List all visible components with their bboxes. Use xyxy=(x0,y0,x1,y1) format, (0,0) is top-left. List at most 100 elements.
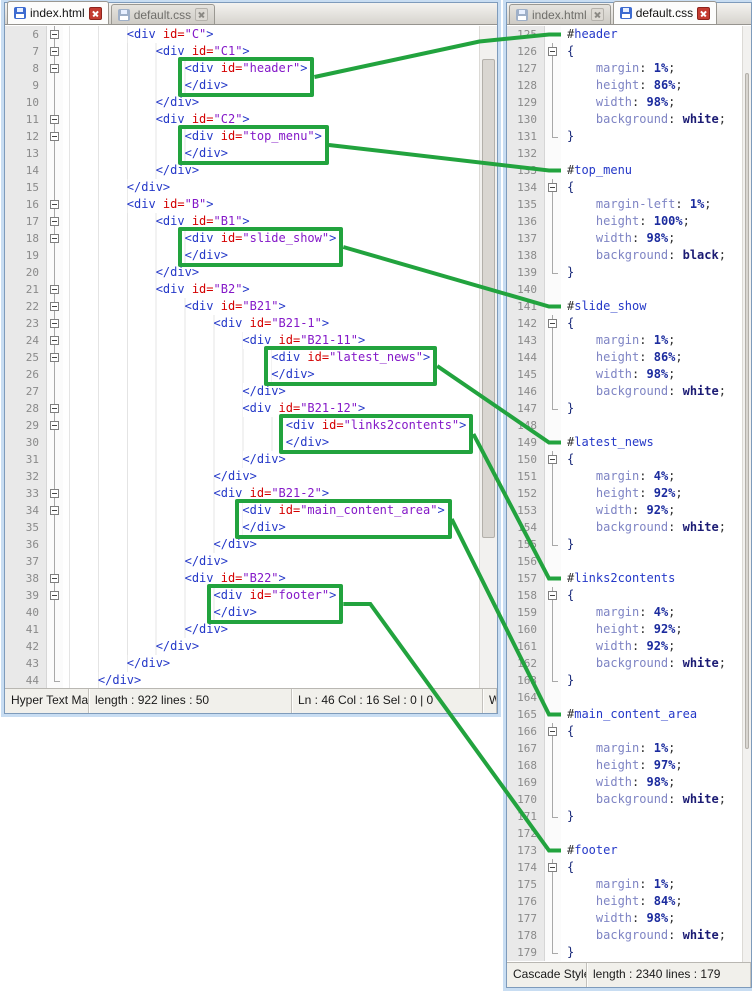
code-text[interactable] xyxy=(561,145,743,162)
fold-marker[interactable] xyxy=(545,400,561,417)
code-text[interactable]: { xyxy=(561,451,743,468)
code-text[interactable]: <div id="top_menu"> xyxy=(63,128,480,145)
code-text[interactable]: </div> xyxy=(63,468,480,485)
fold-marker[interactable] xyxy=(545,43,561,60)
code-text[interactable] xyxy=(561,689,743,706)
code-text[interactable]: width: 98%; xyxy=(561,774,743,791)
code-text[interactable]: </div> xyxy=(63,366,480,383)
fold-marker[interactable] xyxy=(47,485,63,502)
fold-marker[interactable] xyxy=(545,315,561,332)
code-text[interactable] xyxy=(561,825,743,842)
fold-marker[interactable] xyxy=(47,298,63,315)
code-text[interactable]: background: black; xyxy=(561,247,743,264)
code-text[interactable]: </div> xyxy=(63,162,480,179)
code-text[interactable]: #links2contents xyxy=(561,570,743,587)
code-text[interactable]: height: 84%; xyxy=(561,893,743,910)
code-text[interactable]: </div> xyxy=(63,621,480,638)
code-text[interactable]: #top_menu xyxy=(561,162,743,179)
code-text[interactable]: margin: 1%; xyxy=(561,332,743,349)
fold-marker[interactable] xyxy=(545,536,561,553)
fold-marker[interactable] xyxy=(47,196,63,213)
fold-marker[interactable] xyxy=(545,944,561,961)
tab-close-icon[interactable] xyxy=(89,7,102,20)
fold-marker[interactable] xyxy=(47,281,63,298)
tab-close-icon[interactable] xyxy=(591,8,604,21)
tab-right-default.css[interactable]: default.css xyxy=(613,1,717,24)
code-text[interactable]: background: white; xyxy=(561,927,743,944)
fold-marker[interactable] xyxy=(47,400,63,417)
code-text[interactable]: </div> xyxy=(63,264,480,281)
code-text[interactable]: </div> xyxy=(63,553,480,570)
code-text[interactable]: </div> xyxy=(63,247,480,264)
code-text[interactable]: { xyxy=(561,179,743,196)
code-text[interactable]: </div> xyxy=(63,179,480,196)
code-text[interactable]: { xyxy=(561,587,743,604)
code-text[interactable]: <div id="main_content_area"> xyxy=(63,502,480,519)
fold-marker[interactable] xyxy=(47,43,63,60)
code-text[interactable]: height: 100%; xyxy=(561,213,743,230)
code-text[interactable]: <div id="footer"> xyxy=(63,587,480,604)
code-text[interactable]: </div> xyxy=(63,94,480,111)
code-text[interactable]: background: white; xyxy=(561,519,743,536)
code-text[interactable] xyxy=(561,417,743,434)
code-text[interactable]: width: 92%; xyxy=(561,638,743,655)
left-scrollbar-thumb[interactable] xyxy=(482,59,495,538)
code-text[interactable]: margin: 1%; xyxy=(561,740,743,757)
code-text[interactable]: <div id="C1"> xyxy=(63,43,480,60)
code-text[interactable]: { xyxy=(561,859,743,876)
fold-marker[interactable] xyxy=(545,128,561,145)
code-text[interactable]: { xyxy=(561,723,743,740)
code-text[interactable]: width: 98%; xyxy=(561,366,743,383)
tab-left-index.html[interactable]: index.html xyxy=(7,1,109,24)
code-text[interactable]: </div> xyxy=(63,672,480,688)
code-text[interactable]: margin: 4%; xyxy=(561,604,743,621)
fold-marker[interactable] xyxy=(47,672,63,688)
code-text[interactable]: </div> xyxy=(63,145,480,162)
fold-marker[interactable] xyxy=(47,570,63,587)
code-text[interactable]: } xyxy=(561,536,743,553)
code-text[interactable]: } xyxy=(561,400,743,417)
code-text[interactable]: height: 86%; xyxy=(561,349,743,366)
code-text[interactable]: <div id="slide_show"> xyxy=(63,230,480,247)
code-text[interactable]: height: 97%; xyxy=(561,757,743,774)
tab-left-default.css[interactable]: default.css xyxy=(111,4,215,24)
fold-marker[interactable] xyxy=(545,264,561,281)
code-text[interactable]: } xyxy=(561,944,743,961)
fold-marker[interactable] xyxy=(545,859,561,876)
fold-marker[interactable] xyxy=(47,315,63,332)
code-text[interactable]: </div> xyxy=(63,383,480,400)
code-text[interactable]: #main_content_area xyxy=(561,706,743,723)
code-text[interactable]: <div id="C2"> xyxy=(63,111,480,128)
fold-marker[interactable] xyxy=(545,672,561,689)
code-text[interactable]: { xyxy=(561,315,743,332)
code-text[interactable]: margin: 1%; xyxy=(561,876,743,893)
code-text[interactable]: height: 92%; xyxy=(561,621,743,638)
fold-marker[interactable] xyxy=(47,417,63,434)
code-text[interactable]: <div id="latest_news"> xyxy=(63,349,480,366)
code-text[interactable]: background: white; xyxy=(561,111,743,128)
right-scrollbar-thumb[interactable] xyxy=(745,73,749,749)
code-text[interactable]: width: 92%; xyxy=(561,502,743,519)
code-text[interactable]: <div id="B"> xyxy=(63,196,480,213)
tab-right-index.html[interactable]: index.html xyxy=(509,4,611,24)
code-text[interactable]: #latest_news xyxy=(561,434,743,451)
code-text[interactable]: height: 92%; xyxy=(561,485,743,502)
code-text[interactable]: #header xyxy=(561,26,743,43)
code-text[interactable]: <div id="B21"> xyxy=(63,298,480,315)
right-vertical-scrollbar[interactable] xyxy=(742,26,751,962)
fold-marker[interactable] xyxy=(47,349,63,366)
code-text[interactable]: <div id="B21-2"> xyxy=(63,485,480,502)
code-text[interactable]: } xyxy=(561,672,743,689)
code-text[interactable]: height: 86%; xyxy=(561,77,743,94)
code-text[interactable]: } xyxy=(561,808,743,825)
code-text[interactable]: width: 98%; xyxy=(561,94,743,111)
code-text[interactable]: } xyxy=(561,128,743,145)
code-text[interactable]: <div id="B21-11"> xyxy=(63,332,480,349)
code-text[interactable]: margin: 4%; xyxy=(561,468,743,485)
fold-marker[interactable] xyxy=(545,451,561,468)
fold-marker[interactable] xyxy=(545,723,561,740)
code-text[interactable]: width: 98%; xyxy=(561,230,743,247)
fold-marker[interactable] xyxy=(47,502,63,519)
code-text[interactable]: </div> xyxy=(63,451,480,468)
code-text[interactable]: <div id="B22"> xyxy=(63,570,480,587)
